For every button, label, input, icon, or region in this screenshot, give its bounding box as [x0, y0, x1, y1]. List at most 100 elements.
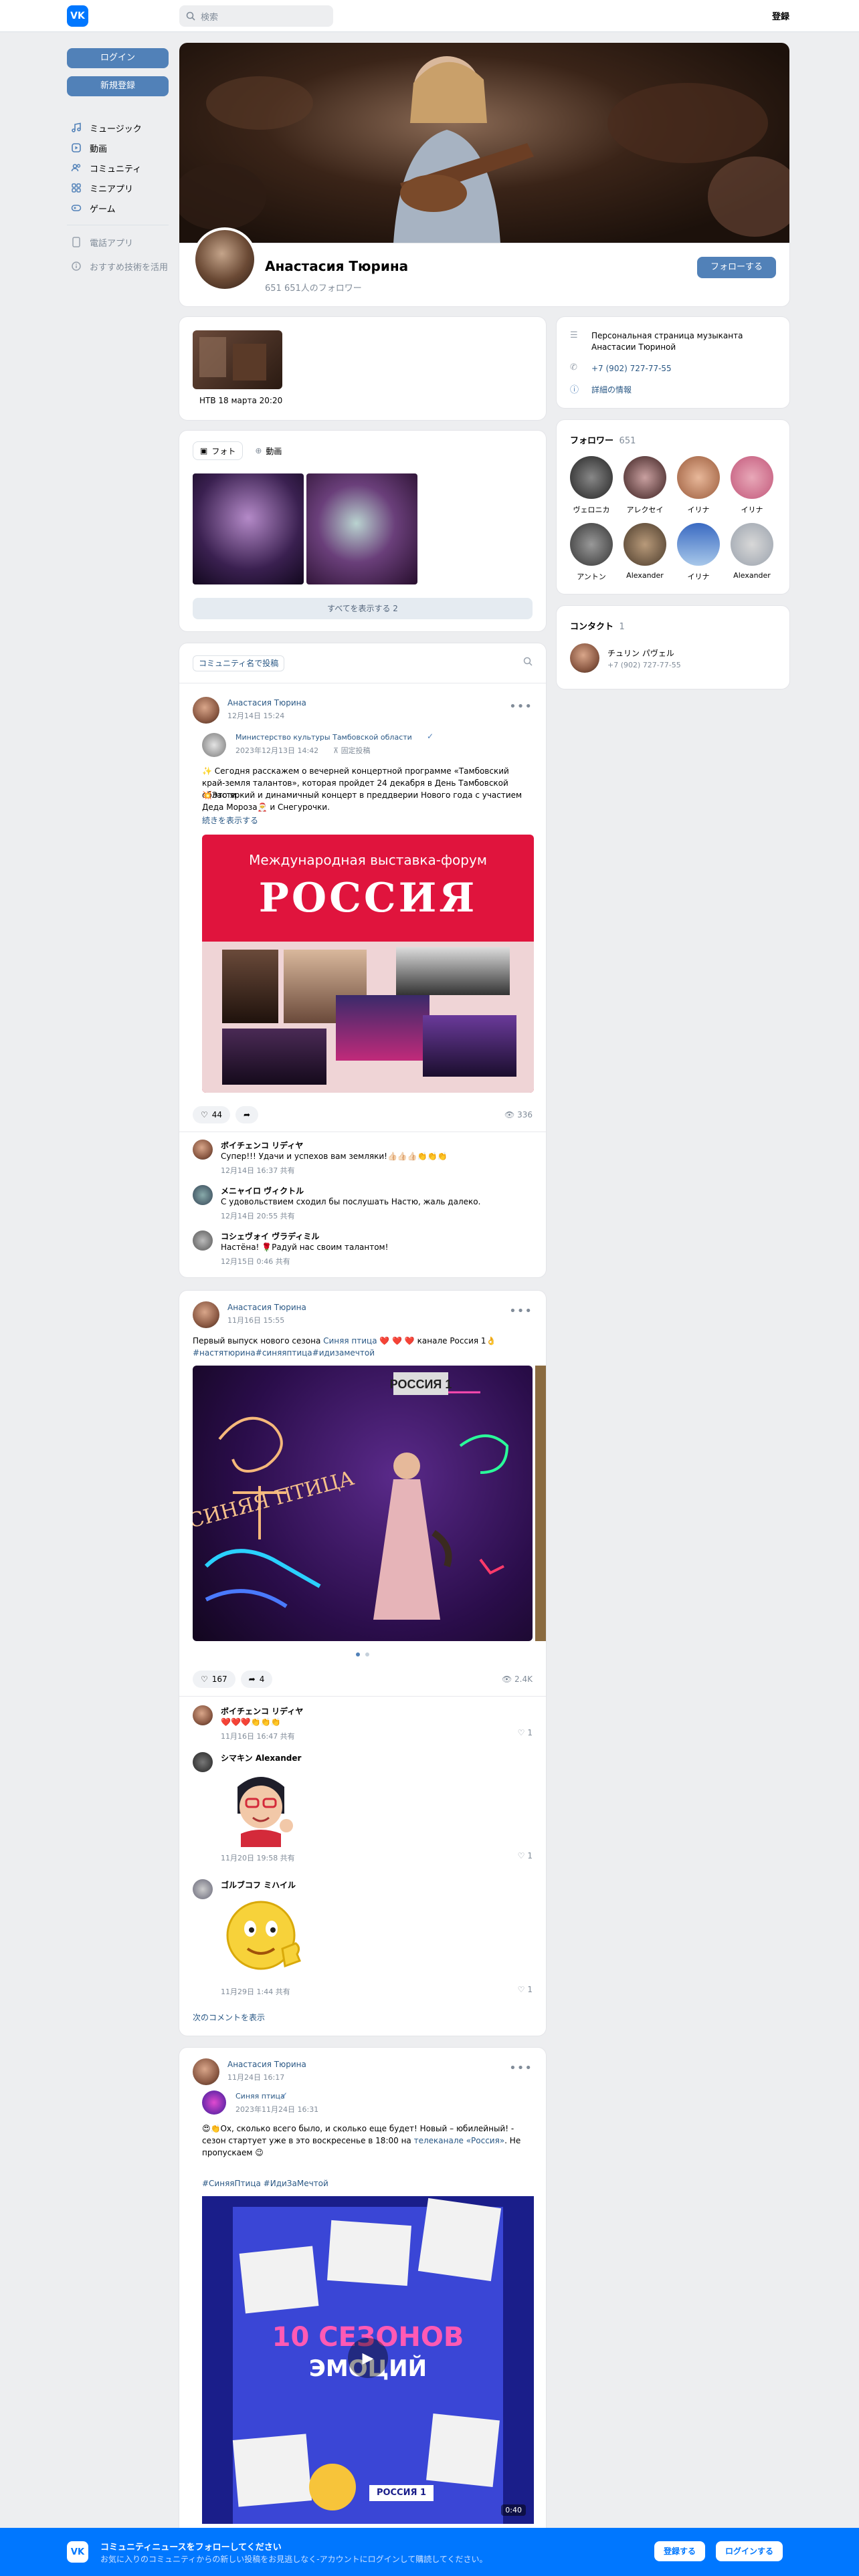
comment-author[interactable]: シマキン Alexander: [221, 1752, 301, 1763]
comment-avatar[interactable]: [193, 1752, 213, 1772]
comment-meta[interactable]: 11月29日 1:44 共有: [221, 1986, 290, 1997]
post-author[interactable]: Анастасия Тюрина: [227, 698, 306, 708]
nav-music[interactable]: ミュージック: [67, 118, 169, 138]
profile-followers[interactable]: 651 651人のフォロワー: [265, 281, 362, 294]
comment-meta[interactable]: 12月15日 0:46 共有: [221, 1256, 290, 1267]
post-date[interactable]: 12月14日 15:24: [227, 710, 284, 721]
follow-button[interactable]: フォローする: [696, 257, 776, 278]
nav-about[interactable]: おすすめ技術を活用: [67, 256, 169, 276]
share-button[interactable]: ➦: [235, 1106, 259, 1123]
login-button[interactable]: ログイン: [67, 48, 169, 68]
comment-author[interactable]: ゴルブコフ ミハイル: [221, 1879, 296, 1891]
post-date[interactable]: 11月16日 15:55: [227, 1315, 284, 1325]
comment-avatar[interactable]: [193, 1185, 213, 1205]
comment-text: ❤️❤️❤️👏👏👏: [221, 1717, 281, 1727]
post-author[interactable]: Анастасия Тюрина: [227, 1303, 306, 1312]
post-image[interactable]: Международная выставка-форум РОССИЯ: [202, 835, 534, 1093]
follower[interactable]: ヴェロニカ: [570, 456, 613, 515]
follower[interactable]: アントン: [570, 523, 613, 582]
tab-videos[interactable]: ⊕ 動画: [248, 441, 288, 460]
post-date[interactable]: 11月24日 16:17: [227, 2072, 284, 2082]
repost-avatar[interactable]: [202, 733, 226, 757]
photo-thumb[interactable]: [193, 473, 304, 584]
comment-like[interactable]: ♡ 1: [518, 1851, 533, 1860]
comment-avatar[interactable]: [193, 1230, 213, 1251]
follower[interactable]: アレクセイ: [624, 456, 666, 515]
post-link[interactable]: Синяя птица: [323, 1336, 377, 1346]
share-button[interactable]: ➦ 4: [240, 1671, 273, 1688]
repost-avatar[interactable]: [202, 2090, 226, 2115]
eye-icon: 👁: [501, 1675, 515, 1684]
repost-date[interactable]: 2023年12月13日 14:42: [235, 745, 318, 756]
video-icon: [70, 141, 83, 154]
comment-author[interactable]: ボイチェンコ リディヤ: [221, 1705, 303, 1717]
video-caption[interactable]: НТВ 18 марта 20:20: [199, 396, 282, 405]
author-avatar[interactable]: [193, 2058, 219, 2085]
heart-icon: ♡: [517, 1985, 525, 1994]
nav-phone-app[interactable]: 電話アプリ: [67, 232, 169, 252]
details-link[interactable]: 詳細の情報: [591, 384, 632, 395]
comment-like[interactable]: ♡ 1: [518, 1985, 533, 1994]
photo-thumb[interactable]: [306, 473, 417, 584]
comment-meta[interactable]: 11月20日 19:58 共有: [221, 1852, 295, 1863]
post-hashtags[interactable]: #настятюрина#синяяптица#идизамечтой: [193, 1348, 375, 1358]
repost-author[interactable]: Синяя птица: [235, 2092, 285, 2101]
like-button[interactable]: ♡ 44: [193, 1106, 231, 1123]
register-button[interactable]: 登録する: [654, 2541, 706, 2561]
signup-button[interactable]: 新規登録: [67, 76, 169, 96]
comment-avatar[interactable]: [193, 1879, 213, 1899]
show-all-button[interactable]: すべてを表示する 2: [193, 598, 533, 619]
follower[interactable]: イリナ: [731, 456, 773, 515]
register-link[interactable]: 登録: [772, 9, 789, 22]
contact-avatar[interactable]: [570, 643, 599, 673]
more-icon[interactable]: •••: [509, 2061, 533, 2075]
comment-author[interactable]: コシェヴォイ ヴラディミル: [221, 1230, 319, 1242]
next-comments-link[interactable]: 次のコメントを表示: [193, 2012, 265, 2023]
post-image[interactable]: РОССИЯ 1 СИНЯЯ ПТИЦА: [193, 1366, 533, 1641]
comment-meta[interactable]: 12月14日 16:37 共有: [221, 1165, 295, 1176]
comment-meta[interactable]: 12月14日 20:55 共有: [221, 1210, 295, 1221]
comment-meta[interactable]: 11月16日 16:47 共有: [221, 1731, 295, 1741]
profile-avatar[interactable]: [193, 227, 257, 292]
about-phone[interactable]: +7 (902) 727-77-55: [591, 364, 672, 373]
search-input[interactable]: 検索: [179, 5, 333, 27]
author-avatar[interactable]: [193, 1301, 219, 1328]
post-hashtags[interactable]: #СиняяПтица #ИдиЗаМечтой: [202, 2179, 328, 2188]
repost-date[interactable]: 2023年11月24日 16:31: [235, 2104, 318, 2115]
nav-apps[interactable]: ミニアプリ: [67, 178, 169, 198]
vk-logo[interactable]: VK: [67, 5, 88, 27]
comment-author[interactable]: メニャイロ ヴィクトル: [221, 1185, 304, 1196]
comment-avatar[interactable]: [193, 1705, 213, 1725]
contact-name[interactable]: チュリン パヴェル: [607, 647, 674, 659]
post-author[interactable]: Анастасия Тюрина: [227, 2060, 306, 2069]
feed-search-chip[interactable]: コミュニティ名で投稿: [193, 655, 285, 671]
more-icon[interactable]: •••: [509, 1304, 533, 1318]
contacts-title-wrap[interactable]: コンタクト 1: [570, 619, 625, 632]
comment-avatar[interactable]: [193, 1140, 213, 1160]
follower[interactable]: Alexander: [731, 523, 773, 580]
comment-author[interactable]: ボイチェンコ リディヤ: [221, 1140, 303, 1151]
search-icon[interactable]: [523, 657, 533, 669]
nav-community[interactable]: コミュニティ: [67, 158, 169, 178]
video-player[interactable]: 10 СЕЗОНОВ ЭМОЦИЙ ▶ РОССИЯ 1 0:40: [202, 2196, 534, 2524]
follower[interactable]: Alexander: [624, 523, 666, 580]
follower[interactable]: イリナ: [677, 456, 720, 515]
more-icon[interactable]: •••: [509, 700, 533, 714]
video-thumbnail[interactable]: [193, 330, 282, 389]
post-image-next[interactable]: [535, 1366, 546, 1641]
login-button[interactable]: ログインする: [716, 2541, 783, 2561]
followers-title-wrap[interactable]: フォロワー 651: [570, 433, 636, 446]
post-link[interactable]: телеканале «Россия»: [414, 2136, 505, 2145]
like-button[interactable]: ♡ 167: [193, 1671, 235, 1688]
share-icon: ➦: [244, 1110, 251, 1119]
author-avatar[interactable]: [193, 697, 219, 724]
tab-photos[interactable]: ▣ フォト: [193, 441, 244, 460]
follower[interactable]: イリナ: [677, 523, 720, 582]
nav-games[interactable]: ゲーム: [67, 198, 169, 218]
nav-video[interactable]: 動画: [67, 138, 169, 158]
play-button[interactable]: ▶: [348, 2338, 388, 2378]
comment-like[interactable]: ♡ 1: [518, 1728, 533, 1737]
nav-label: 電話アプリ: [90, 238, 134, 249]
show-more-link[interactable]: 続きを表示する: [202, 815, 258, 826]
repost-author[interactable]: Министерство культуры Тамбовской области: [235, 733, 412, 742]
